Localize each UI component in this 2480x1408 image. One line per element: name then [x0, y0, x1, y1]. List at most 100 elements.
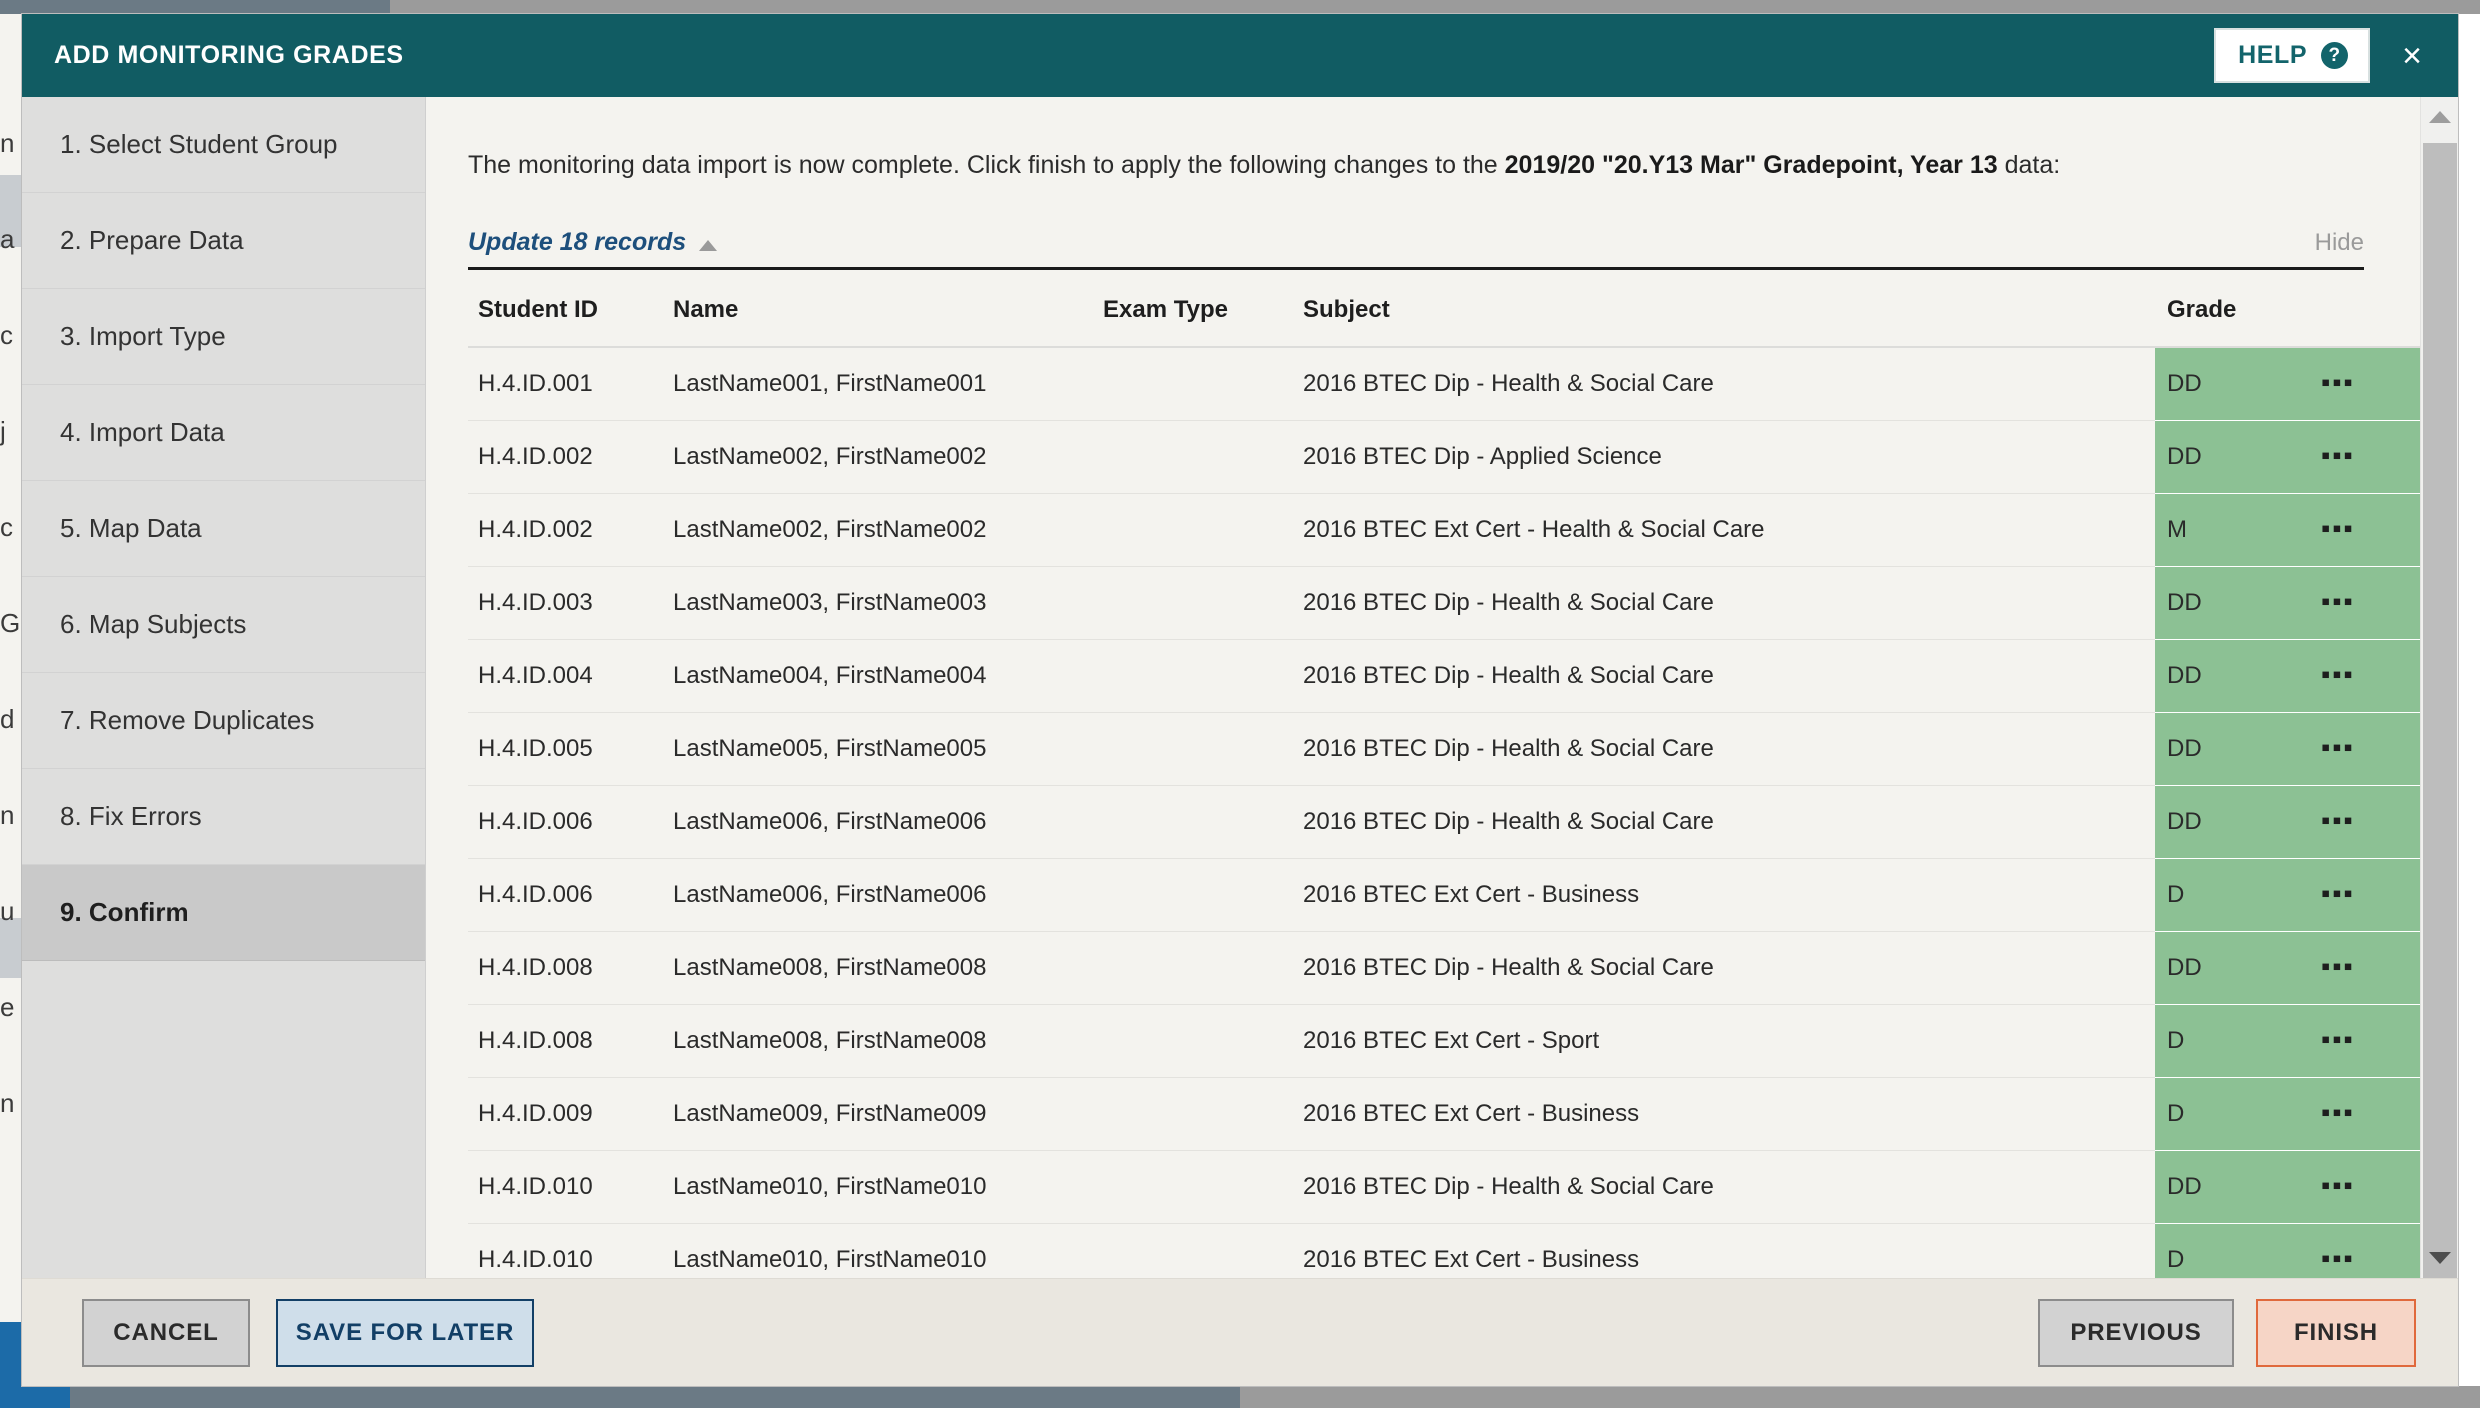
cell-grade: DD	[2155, 931, 2315, 1005]
cell-name: LastName002, FirstName002	[673, 420, 1103, 494]
table-row[interactable]: H.4.ID.001 LastName001, FirstName001 2016 …	[468, 346, 2420, 421]
table-row[interactable]: H.4.ID.010 LastName010, FirstName010 2016 …	[468, 1223, 2420, 1278]
sidebar-step-3[interactable]: 3. Import Type	[22, 289, 425, 385]
cell-name: LastName008, FirstName008	[673, 931, 1103, 1005]
cell-grade: DD	[2155, 566, 2315, 640]
row-menu-button[interactable]: ▪▪▪	[2315, 1150, 2420, 1224]
cell-grade: DD	[2155, 712, 2315, 786]
intro-prefix: The monitoring data import is now comple…	[468, 151, 1505, 179]
cell-name: LastName009, FirstName009	[673, 1077, 1103, 1151]
chevron-up-icon[interactable]	[699, 239, 718, 251]
row-menu-button[interactable]: ▪▪▪	[2315, 493, 2420, 567]
table-row[interactable]: H.4.ID.002 LastName002, FirstName002 2016 …	[468, 493, 2420, 567]
add-monitoring-grades-dialog: ADD MONITORING GRADES HELP ? × 1. Select…	[22, 14, 2458, 1386]
ellipsis-icon: ▪▪▪	[2321, 512, 2355, 543]
table-row[interactable]: H.4.ID.008 LastName008, FirstName008 2016 …	[468, 1004, 2420, 1078]
cell-student-id: H.4.ID.004	[468, 639, 673, 713]
cell-student-id: H.4.ID.006	[468, 785, 673, 859]
row-menu-button[interactable]: ▪▪▪	[2315, 1077, 2420, 1151]
th-grade: Grade	[2155, 269, 2315, 348]
save-for-later-button[interactable]: SAVE FOR LATER	[276, 1298, 534, 1367]
row-menu-button[interactable]: ▪▪▪	[2315, 712, 2420, 786]
dialog-footer: CANCEL SAVE FOR LATER PREVIOUS FINISH	[22, 1278, 2458, 1386]
cell-grade: DD	[2155, 639, 2315, 713]
sidebar-step-9[interactable]: 9. Confirm	[22, 865, 425, 961]
content-scrollbar[interactable]	[2420, 97, 2458, 1278]
ellipsis-icon: ▪▪▪	[2321, 950, 2355, 981]
help-button[interactable]: HELP ?	[2214, 28, 2371, 83]
table-row[interactable]: H.4.ID.006 LastName006, FirstName006 2016 …	[468, 858, 2420, 932]
ellipsis-icon: ▪▪▪	[2321, 1242, 2355, 1273]
sidebar-step-2[interactable]: 2. Prepare Data	[22, 193, 425, 289]
row-menu-button[interactable]: ▪▪▪	[2315, 931, 2420, 1005]
update-records-section-header: Update 18 records Hide	[468, 228, 2364, 270]
cell-subject: 2016 BTEC Dip - Health & Social Care	[1303, 566, 2155, 640]
row-menu-button[interactable]: ▪▪▪	[2315, 858, 2420, 932]
sidebar-step-label: 2. Prepare Data	[60, 225, 244, 255]
cell-name: LastName001, FirstName001	[673, 346, 1103, 421]
cell-subject: 2016 BTEC Dip - Health & Social Care	[1303, 931, 2155, 1005]
sidebar-step-7[interactable]: 7. Remove Duplicates	[22, 673, 425, 769]
cell-grade: D	[2155, 1223, 2315, 1278]
ellipsis-icon: ▪▪▪	[2321, 585, 2355, 616]
sidebar-step-5[interactable]: 5. Map Data	[22, 481, 425, 577]
scroll-up-arrow-icon[interactable]	[2421, 97, 2458, 137]
scrollbar-thumb[interactable]	[2423, 143, 2457, 1278]
cell-student-id: H.4.ID.002	[468, 420, 673, 494]
cell-student-id: H.4.ID.010	[468, 1223, 673, 1278]
cell-grade: D	[2155, 1004, 2315, 1078]
scroll-down-arrow-icon[interactable]	[2421, 1238, 2458, 1278]
ellipsis-icon: ▪▪▪	[2321, 1169, 2355, 1200]
wizard-steps-sidebar: 1. Select Student Group 2. Prepare Data 3.…	[22, 97, 426, 1278]
cell-subject: 2016 BTEC Ext Cert - Sport	[1303, 1004, 2155, 1078]
row-menu-button[interactable]: ▪▪▪	[2315, 785, 2420, 859]
ellipsis-icon: ▪▪▪	[2321, 439, 2355, 470]
cell-name: LastName010, FirstName010	[673, 1223, 1103, 1278]
update-records-toggle[interactable]: Update 18 records	[468, 228, 686, 257]
cell-exam-type	[1103, 1077, 1303, 1151]
row-menu-button[interactable]: ▪▪▪	[2315, 566, 2420, 640]
table-row[interactable]: H.4.ID.005 LastName005, FirstName005 2016 …	[468, 712, 2420, 786]
titlebar-actions: HELP ? ×	[2214, 28, 2428, 83]
table-row[interactable]: H.4.ID.006 LastName006, FirstName006 2016 …	[468, 785, 2420, 859]
records-table-body: H.4.ID.001 LastName001, FirstName001 2016 …	[468, 346, 2420, 1278]
row-menu-button[interactable]: ▪▪▪	[2315, 1223, 2420, 1278]
table-row[interactable]: H.4.ID.008 LastName008, FirstName008 2016 …	[468, 931, 2420, 1005]
sidebar-step-1[interactable]: 1. Select Student Group	[22, 97, 425, 193]
table-row[interactable]: H.4.ID.002 LastName002, FirstName002 2016 …	[468, 420, 2420, 494]
cell-student-id: H.4.ID.002	[468, 493, 673, 567]
ellipsis-icon: ▪▪▪	[2321, 731, 2355, 762]
row-menu-button[interactable]: ▪▪▪	[2315, 1004, 2420, 1078]
hide-link[interactable]: Hide	[2315, 229, 2364, 257]
cell-subject: 2016 BTEC Dip - Applied Science	[1303, 420, 2155, 494]
cell-student-id: H.4.ID.009	[468, 1077, 673, 1151]
sidebar-step-8[interactable]: 8. Fix Errors	[22, 769, 425, 865]
cell-grade: DD	[2155, 346, 2315, 421]
dialog-titlebar: ADD MONITORING GRADES HELP ? ×	[22, 14, 2458, 97]
cell-exam-type	[1103, 1150, 1303, 1224]
row-menu-button[interactable]: ▪▪▪	[2315, 420, 2420, 494]
table-row[interactable]: H.4.ID.010 LastName010, FirstName010 2016 …	[468, 1150, 2420, 1224]
ellipsis-icon: ▪▪▪	[2321, 877, 2355, 908]
cell-student-id: H.4.ID.008	[468, 1004, 673, 1078]
cell-exam-type	[1103, 712, 1303, 786]
cancel-button[interactable]: CANCEL	[82, 1298, 250, 1367]
cell-subject: 2016 BTEC Dip - Health & Social Care	[1303, 712, 2155, 786]
table-row[interactable]: H.4.ID.003 LastName003, FirstName003 2016 …	[468, 566, 2420, 640]
previous-button[interactable]: PREVIOUS	[2038, 1298, 2234, 1367]
sidebar-step-label: 3. Import Type	[60, 321, 226, 351]
cell-subject: 2016 BTEC Dip - Health & Social Care	[1303, 785, 2155, 859]
sidebar-step-label: 7. Remove Duplicates	[60, 705, 315, 735]
th-subject: Subject	[1303, 269, 2155, 348]
row-menu-button[interactable]: ▪▪▪	[2315, 639, 2420, 713]
row-menu-button[interactable]: ▪▪▪	[2315, 346, 2420, 421]
dialog-body: 1. Select Student Group 2. Prepare Data 3.…	[22, 97, 2458, 1278]
sidebar-step-4[interactable]: 4. Import Data	[22, 385, 425, 481]
sidebar-step-6[interactable]: 6. Map Subjects	[22, 577, 425, 673]
cell-name: LastName002, FirstName002	[673, 493, 1103, 567]
table-row[interactable]: H.4.ID.004 LastName004, FirstName004 2016 …	[468, 639, 2420, 713]
table-row[interactable]: H.4.ID.009 LastName009, FirstName009 2016 …	[468, 1077, 2420, 1151]
finish-button[interactable]: FINISH	[2256, 1298, 2416, 1367]
cell-exam-type	[1103, 858, 1303, 932]
close-icon[interactable]: ×	[2396, 39, 2428, 73]
